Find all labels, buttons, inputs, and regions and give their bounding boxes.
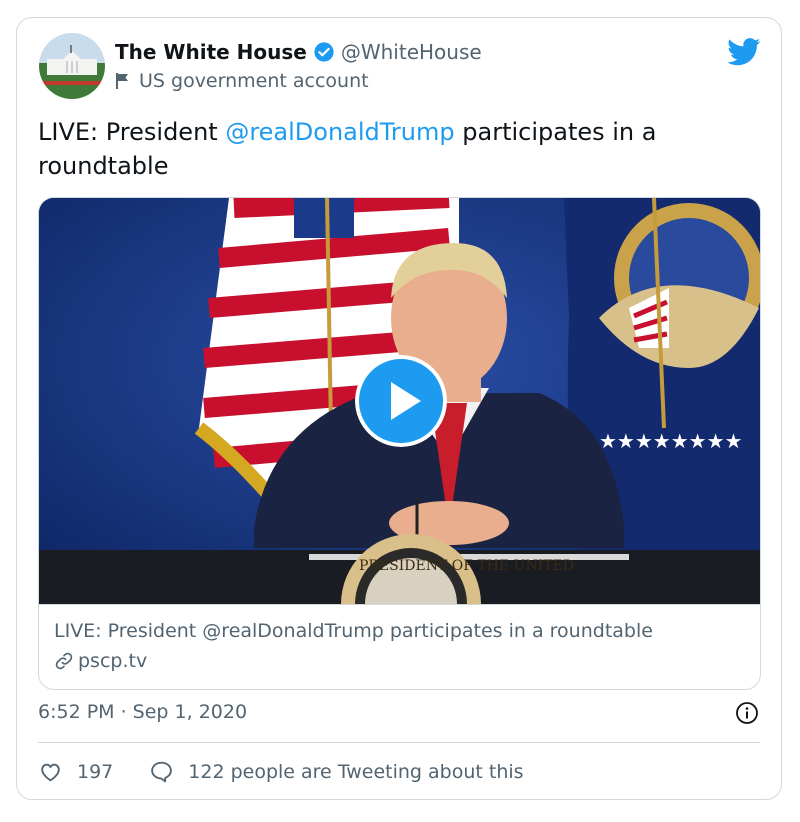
info-icon[interactable] — [735, 701, 759, 725]
link-card[interactable]: ★★★★★★★★ PRESIDENT OF THE UNITED LIVE: P… — [38, 197, 761, 690]
heart-icon — [41, 763, 60, 782]
replies-text: 122 people are Tweeting about this — [188, 760, 524, 783]
author-handle[interactable]: @WhiteHouse — [341, 40, 482, 64]
stars-row: ★★★★★★★★ — [599, 429, 742, 453]
link-icon — [55, 652, 73, 670]
author-name[interactable]: The White House — [115, 40, 307, 64]
white-house-image — [39, 33, 105, 99]
card-meta[interactable]: LIVE: President @realDonaldTrump partici… — [39, 604, 760, 689]
flag-icon — [116, 73, 128, 89]
tweet-timestamp[interactable]: 6:52 PM · Sep 1, 2020 — [38, 701, 247, 723]
like-count: 197 — [77, 760, 114, 783]
like-button[interactable]: 197 — [38, 759, 113, 784]
embedded-tweet: The White House @WhiteHouse US governmen… — [16, 17, 782, 800]
card-domain-text[interactable]: pscp.tv — [78, 650, 147, 672]
card-title[interactable]: LIVE: President @realDonaldTrump partici… — [54, 620, 653, 642]
tweet-text-prefix: LIVE: President — [38, 118, 226, 146]
twitter-bird-icon[interactable] — [727, 38, 761, 66]
play-icon[interactable] — [355, 355, 447, 447]
mention-link[interactable]: @realDonaldTrump — [225, 118, 454, 146]
verified-badge-icon — [314, 42, 334, 62]
speech-bubble-icon — [151, 761, 173, 783]
video-thumbnail[interactable]: ★★★★★★★★ PRESIDENT OF THE UNITED — [39, 198, 760, 604]
tweet-text: LIVE: President @realDonaldTrump partici… — [38, 115, 758, 183]
tweet-actions: 197 122 people are Tweeting about this — [38, 759, 524, 784]
seal-lettering: PRESIDENT OF THE UNITED — [359, 558, 574, 574]
divider — [38, 742, 760, 743]
account-label: US government account — [139, 70, 369, 92]
card-domain[interactable]: pscp.tv — [54, 650, 147, 672]
avatar[interactable] — [39, 33, 105, 99]
reply-button[interactable]: 122 people are Tweeting about this — [149, 759, 524, 784]
